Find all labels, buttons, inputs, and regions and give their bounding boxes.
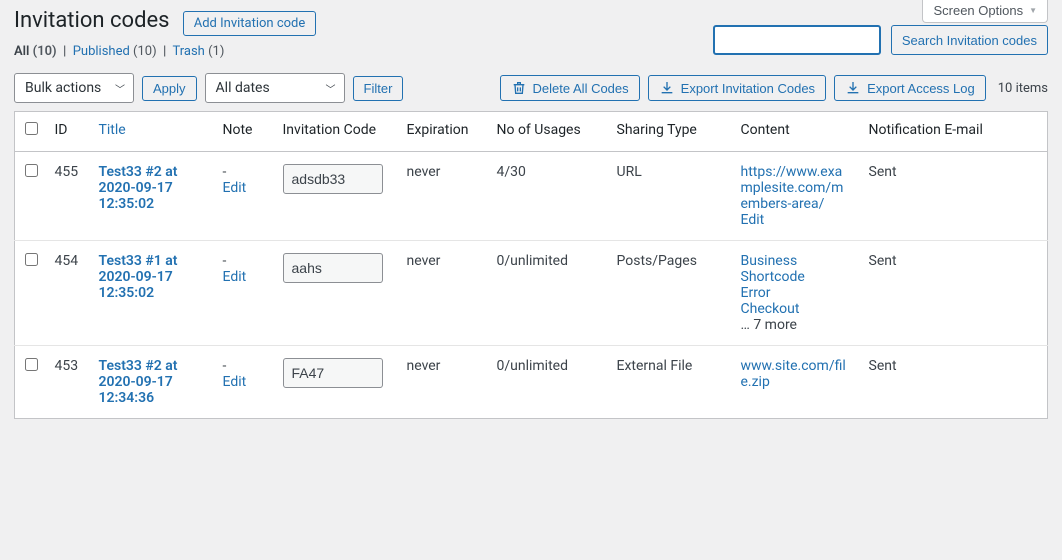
- dates-select[interactable]: All dates ﹀: [205, 73, 345, 103]
- note-edit-link[interactable]: Edit: [223, 374, 263, 390]
- column-content: Content: [731, 112, 859, 152]
- invitation-code-input[interactable]: [283, 164, 383, 194]
- row-checkbox[interactable]: [25, 358, 38, 371]
- content-link[interactable]: Business: [741, 253, 849, 269]
- screen-options-button[interactable]: Screen Options ▼: [922, 0, 1048, 23]
- view-all[interactable]: All (10): [14, 44, 57, 59]
- row-checkbox[interactable]: [25, 164, 38, 177]
- screen-options-label: Screen Options: [933, 3, 1023, 18]
- row-content: https://www.examplesite.com/members-area…: [731, 152, 859, 241]
- download-icon: [659, 80, 675, 96]
- content-link[interactable]: Shortcode: [741, 269, 849, 285]
- row-title-link[interactable]: Test33 #2 at 2020-09-17 12:35:02: [99, 164, 178, 212]
- row-expiration: never: [397, 346, 487, 419]
- export-invitation-codes-button[interactable]: Export Invitation Codes: [648, 75, 826, 101]
- filter-button[interactable]: Filter: [353, 76, 404, 101]
- download-icon: [845, 80, 861, 96]
- search-invitation-codes-button[interactable]: Search Invitation codes: [891, 25, 1048, 55]
- bulk-actions-select[interactable]: Bulk actions ﹀: [14, 73, 134, 103]
- content-link[interactable]: Checkout: [741, 301, 849, 317]
- note-edit-link[interactable]: Edit: [223, 269, 263, 285]
- content-link[interactable]: Error: [741, 285, 849, 301]
- chevron-down-icon: ﹀: [326, 81, 336, 96]
- items-count: 10 items: [998, 81, 1048, 96]
- chevron-down-icon: ﹀: [115, 81, 125, 96]
- table-row: 455 Test33 #2 at 2020-09-17 12:35:02 - E…: [15, 152, 1048, 241]
- row-note: -: [223, 358, 263, 374]
- view-published[interactable]: Published (10): [73, 44, 157, 59]
- search-invitation-codes-input[interactable]: [713, 25, 881, 55]
- column-expiration: Expiration: [397, 112, 487, 152]
- table-row: 453 Test33 #2 at 2020-09-17 12:34:36 - E…: [15, 346, 1048, 419]
- row-content: BusinessShortcodeErrorCheckout… 7 more: [731, 241, 859, 346]
- row-note: -: [223, 164, 263, 180]
- table-row: 454 Test33 #1 at 2020-09-17 12:35:02 - E…: [15, 241, 1048, 346]
- content-edit-link[interactable]: Edit: [741, 212, 849, 228]
- content-link[interactable]: https://www.examplesite.com/members-area…: [741, 164, 849, 212]
- invitation-code-input[interactable]: [283, 358, 383, 388]
- column-sharing-type: Sharing Type: [607, 112, 731, 152]
- row-note: -: [223, 253, 263, 269]
- column-notification: Notification E-mail: [859, 112, 1048, 152]
- row-expiration: never: [397, 241, 487, 346]
- row-content: www.site.com/file.zip: [731, 346, 859, 419]
- column-note: Note: [213, 112, 273, 152]
- row-title-link[interactable]: Test33 #2 at 2020-09-17 12:34:36: [99, 358, 178, 406]
- invitation-code-input[interactable]: [283, 253, 383, 283]
- page-title: Invitation codes: [14, 8, 170, 33]
- row-usages: 0/unlimited: [487, 346, 607, 419]
- trash-icon: [511, 80, 527, 96]
- select-all-checkbox[interactable]: [25, 122, 38, 135]
- row-usages: 0/unlimited: [487, 241, 607, 346]
- view-trash[interactable]: Trash (1): [172, 44, 224, 59]
- add-invitation-code-button[interactable]: Add Invitation code: [183, 11, 317, 36]
- row-id: 453: [45, 346, 89, 419]
- row-id: 454: [45, 241, 89, 346]
- row-usages: 4/30: [487, 152, 607, 241]
- row-notification: Sent: [859, 241, 1048, 346]
- column-id: ID: [45, 112, 89, 152]
- row-checkbox[interactable]: [25, 253, 38, 266]
- row-sharing-type: Posts/Pages: [607, 241, 731, 346]
- row-title-link[interactable]: Test33 #1 at 2020-09-17 12:35:02: [99, 253, 178, 301]
- row-sharing-type: External File: [607, 346, 731, 419]
- apply-button[interactable]: Apply: [142, 76, 197, 101]
- row-notification: Sent: [859, 152, 1048, 241]
- row-id: 455: [45, 152, 89, 241]
- row-notification: Sent: [859, 346, 1048, 419]
- delete-all-codes-button[interactable]: Delete All Codes: [500, 75, 640, 101]
- row-sharing-type: URL: [607, 152, 731, 241]
- note-edit-link[interactable]: Edit: [223, 180, 263, 196]
- export-access-log-button[interactable]: Export Access Log: [834, 75, 986, 101]
- row-expiration: never: [397, 152, 487, 241]
- content-link[interactable]: www.site.com/file.zip: [741, 358, 849, 390]
- chevron-down-icon: ▼: [1029, 6, 1037, 15]
- column-usages: No of Usages: [487, 112, 607, 152]
- column-invitation-code: Invitation Code: [273, 112, 397, 152]
- column-title[interactable]: Title: [99, 122, 126, 138]
- content-more: … 7 more: [741, 317, 849, 333]
